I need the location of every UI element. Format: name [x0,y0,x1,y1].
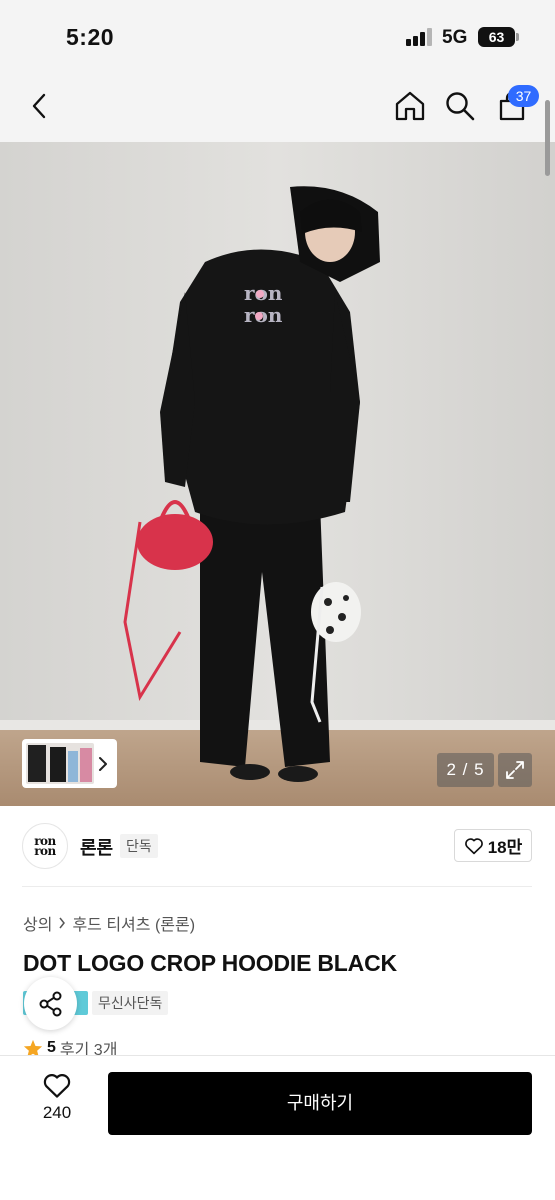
musinsa-exclusive-tag: 무신사단독 [92,991,169,1015]
share-icon [39,991,61,1016]
search-icon [446,92,475,121]
brand-logo[interactable]: ron ron [22,823,68,869]
network-label: 5G [442,27,468,48]
home-button[interactable] [390,86,430,126]
chevron-right-icon [59,917,66,929]
back-icon [32,93,46,119]
divider [22,886,532,887]
status-time: 5:20 [66,24,115,50]
product-image-gallery[interactable]: ron ron 2 / 5 [0,142,555,806]
brand-like-count: 18만 [487,838,523,857]
breadcrumb-subcategory[interactable]: 후드 티셔츠 (론론) [72,911,195,935]
expand-icon [506,761,524,779]
thumbnail-strip[interactable] [22,739,117,788]
page-indicator: 2 / 5 [437,753,494,787]
expand-button[interactable] [498,753,532,787]
wishlist-count: 240 [42,1103,72,1122]
scrollbar[interactable] [545,100,550,176]
top-nav [0,72,555,142]
heart-icon [464,837,483,854]
breadcrumb-category[interactable]: 상의 [23,911,52,935]
status-bar: 5:20 5G 63 [0,0,555,72]
buy-button[interactable]: 구매하기 [108,1072,532,1135]
product-title: DOT LOGO CROP HOODIE BLACK [23,950,397,976]
signal-icon [406,28,434,46]
search-button[interactable] [440,86,480,126]
chevron-right-icon[interactable] [94,743,112,784]
back-button[interactable] [20,86,60,126]
breadcrumb: 상의 후드 티셔츠 (론론) [23,911,195,935]
wishlist-button[interactable]: 240 [28,1072,86,1123]
heart-icon [43,1074,71,1098]
brand-name[interactable]: 론론 [80,834,113,860]
brand-like-button[interactable]: 18만 [454,829,532,862]
cart-count-badge: 37 [508,85,539,107]
battery-icon: 63 [478,27,515,47]
product-photo: ron ron [0,142,555,806]
thumbnail-image[interactable] [26,743,94,784]
home-icon [395,91,425,121]
exclusive-tag: 단독 [120,834,158,858]
svg-text:ron: ron [244,303,283,327]
battery-tip [516,33,519,41]
share-button[interactable] [24,977,77,1030]
